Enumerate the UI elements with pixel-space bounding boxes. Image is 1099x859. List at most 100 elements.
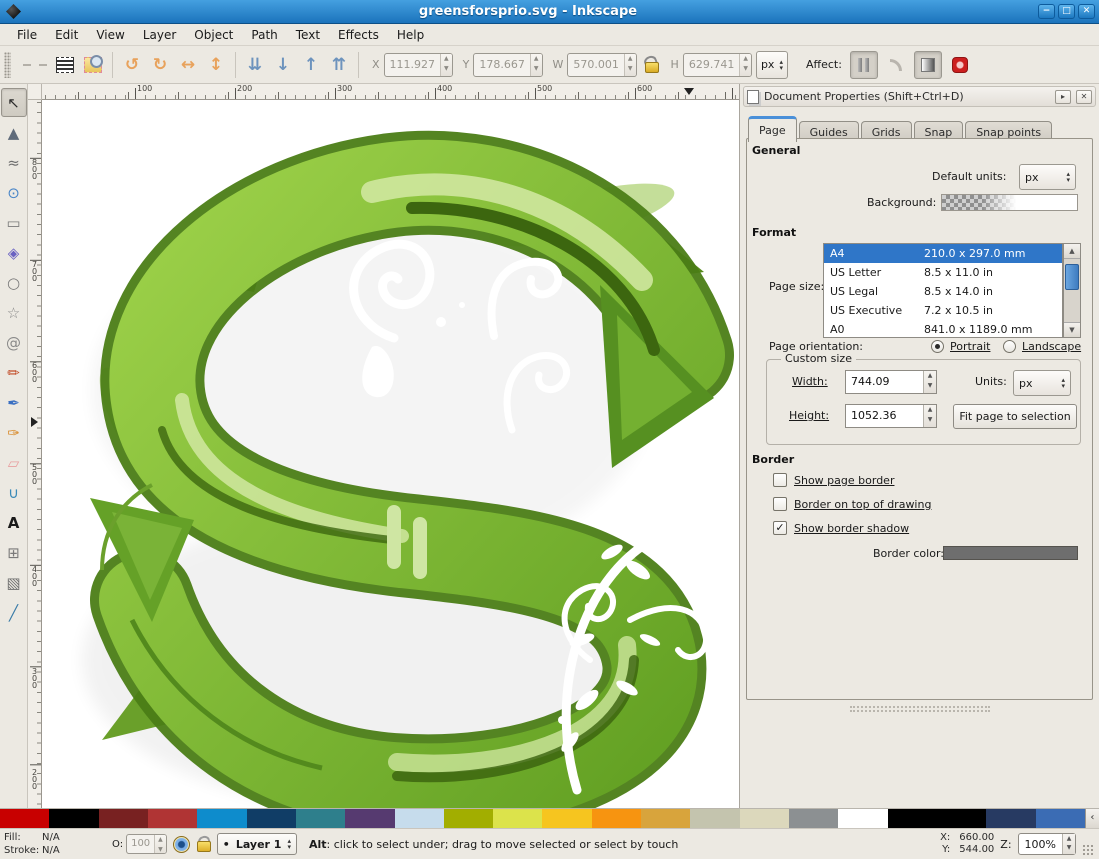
checkbox-label[interactable]: Border on top of drawing — [794, 498, 931, 511]
opacity-field[interactable]: 100 ▲▼ — [126, 834, 167, 854]
palette-swatch[interactable] — [444, 809, 493, 828]
affect-corners-toggle[interactable] — [882, 51, 910, 79]
menu-object[interactable]: Object — [185, 25, 242, 45]
landscape-label[interactable]: Landscape — [1022, 340, 1081, 353]
dock-resize-handle[interactable] — [850, 706, 990, 712]
checkbox-unchecked[interactable] — [773, 473, 787, 487]
layer-selector[interactable]: • Layer 1 ▴▾ — [217, 833, 297, 855]
palette-swatch[interactable] — [690, 809, 739, 828]
palette-swatch[interactable] — [148, 809, 197, 828]
palette-swatch[interactable] — [395, 809, 444, 828]
scrollbar-thumb[interactable] — [1065, 264, 1079, 290]
lower-button[interactable]: ↓ — [271, 52, 295, 78]
zoom-selection-button[interactable] — [81, 52, 105, 78]
page-size-row[interactable]: US Executive7.2 x 10.5 in — [824, 301, 1062, 320]
affect-gradients-toggle[interactable] — [914, 51, 942, 79]
rotate-ccw-button[interactable]: ↺ — [120, 52, 144, 78]
spinner-arrows[interactable]: ▲▼ — [923, 405, 936, 427]
spinner-arrows[interactable]: ▲▼ — [624, 54, 636, 76]
scroll-down-icon[interactable]: ▼ — [1064, 322, 1080, 337]
spinner-arrows[interactable]: ▲▼ — [923, 371, 936, 393]
custom-width-field[interactable]: 744.09 ▲▼ — [845, 370, 937, 394]
palette-swatch[interactable] — [296, 809, 345, 828]
tool-node-editor[interactable]: ▲ — [1, 118, 27, 147]
checkbox-checked[interactable]: ✓ — [773, 521, 787, 535]
affect-stroke-toggle[interactable] — [850, 51, 878, 79]
horizontal-ruler[interactable]: 100200300400500600 — [42, 84, 739, 100]
menu-view[interactable]: View — [87, 25, 133, 45]
landscape-radio[interactable] — [1003, 340, 1016, 353]
tool-paint-bucket[interactable]: ∪ — [1, 478, 27, 507]
custom-height-field[interactable]: 1052.36 ▲▼ — [845, 404, 937, 428]
palette-swatch[interactable] — [986, 809, 1035, 828]
flip-vertical-button[interactable]: ↕ — [204, 52, 228, 78]
palette-swatch[interactable] — [247, 809, 296, 828]
tool-box3d[interactable]: ◈ — [1, 238, 27, 267]
canvas[interactable] — [42, 100, 739, 808]
menu-effects[interactable]: Effects — [329, 25, 388, 45]
tool-star[interactable]: ☆ — [1, 298, 27, 327]
x-field[interactable]: 111.927▲▼ — [384, 53, 453, 77]
palette-swatch[interactable] — [99, 809, 148, 828]
palette-swatch[interactable] — [740, 809, 789, 828]
width-field[interactable]: 570.001▲▼ — [567, 53, 636, 77]
menu-help[interactable]: Help — [388, 25, 433, 45]
minimize-button[interactable]: − — [1038, 4, 1055, 19]
select-all-button[interactable] — [53, 52, 77, 78]
layer-visibility-eye-icon[interactable] — [173, 836, 190, 853]
custom-units-dropdown[interactable]: px ▴▾ — [1013, 370, 1071, 396]
palette-swatch[interactable] — [542, 809, 591, 828]
tool-spiral[interactable]: @ — [1, 328, 27, 357]
tool-ellipse[interactable]: ○ — [1, 268, 27, 297]
tool-connector[interactable]: ⊞ — [1, 538, 27, 567]
default-units-dropdown[interactable]: px ▴▾ — [1019, 164, 1076, 190]
maximize-button[interactable]: □ — [1058, 4, 1075, 19]
spinner-arrows[interactable]: ▲▼ — [440, 54, 452, 76]
height-field[interactable]: 629.741▲▼ — [683, 53, 752, 77]
zoom-field[interactable]: 100% ▲▼ — [1018, 833, 1076, 855]
portrait-label[interactable]: Portrait — [950, 340, 990, 353]
panel-header[interactable]: Document Properties (Shift+Ctrl+D) ▸ ✕ — [743, 86, 1096, 107]
vertical-ruler[interactable]: 800700600500400300200 — [28, 100, 42, 808]
spinner-arrows[interactable]: ▲▼ — [1062, 834, 1075, 854]
fit-page-button[interactable]: Fit page to selection — [953, 404, 1077, 429]
rotate-cw-button[interactable]: ↻ — [148, 52, 172, 78]
palette-swatch[interactable] — [838, 809, 887, 828]
palette-swatch[interactable] — [49, 809, 98, 828]
artwork-s[interactable] — [42, 100, 739, 808]
tool-pen[interactable]: ✒ — [1, 388, 27, 417]
page-size-scrollbar[interactable]: ▲ ▼ — [1063, 243, 1081, 338]
checkbox-unchecked[interactable] — [773, 497, 787, 511]
palette-scroll-left-icon[interactable]: ‹ — [1085, 809, 1099, 828]
checkbox-label[interactable]: Show border shadow — [794, 522, 909, 535]
menu-path[interactable]: Path — [242, 25, 286, 45]
palette-swatch[interactable] — [592, 809, 641, 828]
tool-tweak[interactable]: ≈ — [1, 148, 27, 177]
menu-edit[interactable]: Edit — [46, 25, 87, 45]
y-field[interactable]: 178.667▲▼ — [473, 53, 542, 77]
spinner-arrows[interactable]: ▲▼ — [530, 54, 542, 76]
page-size-row[interactable]: A4210.0 x 297.0 mm — [824, 244, 1062, 263]
menu-file[interactable]: File — [8, 25, 46, 45]
palette-swatch[interactable] — [197, 809, 246, 828]
portrait-radio[interactable] — [931, 340, 944, 353]
spinner-arrows[interactable]: ▲▼ — [739, 54, 751, 76]
palette-swatch[interactable] — [888, 809, 987, 828]
layer-lock-icon[interactable] — [196, 836, 211, 853]
palette-swatch[interactable] — [789, 809, 838, 828]
panel-expand-button[interactable]: ▸ — [1055, 90, 1071, 104]
tool-pencil[interactable]: ✏ — [1, 358, 27, 387]
page-size-list[interactable]: A4210.0 x 297.0 mmUS Letter8.5 x 11.0 in… — [823, 243, 1063, 338]
window-resize-grip[interactable] — [1082, 844, 1095, 857]
panel-close-button[interactable]: ✕ — [1076, 90, 1092, 104]
border-color-swatch[interactable] — [943, 546, 1078, 560]
palette-swatch[interactable] — [0, 809, 49, 828]
toolbar-grip[interactable] — [4, 52, 11, 78]
units-dropdown[interactable]: px▴▾ — [756, 51, 788, 79]
menu-text[interactable]: Text — [287, 25, 329, 45]
tool-calligraphy[interactable]: ✑ — [1, 418, 27, 447]
menu-layer[interactable]: Layer — [134, 25, 185, 45]
tool-text[interactable]: A — [1, 508, 27, 537]
lower-to-bottom-button[interactable]: ⇊ — [243, 52, 267, 78]
tool-dropper[interactable]: ╱ — [1, 598, 27, 627]
